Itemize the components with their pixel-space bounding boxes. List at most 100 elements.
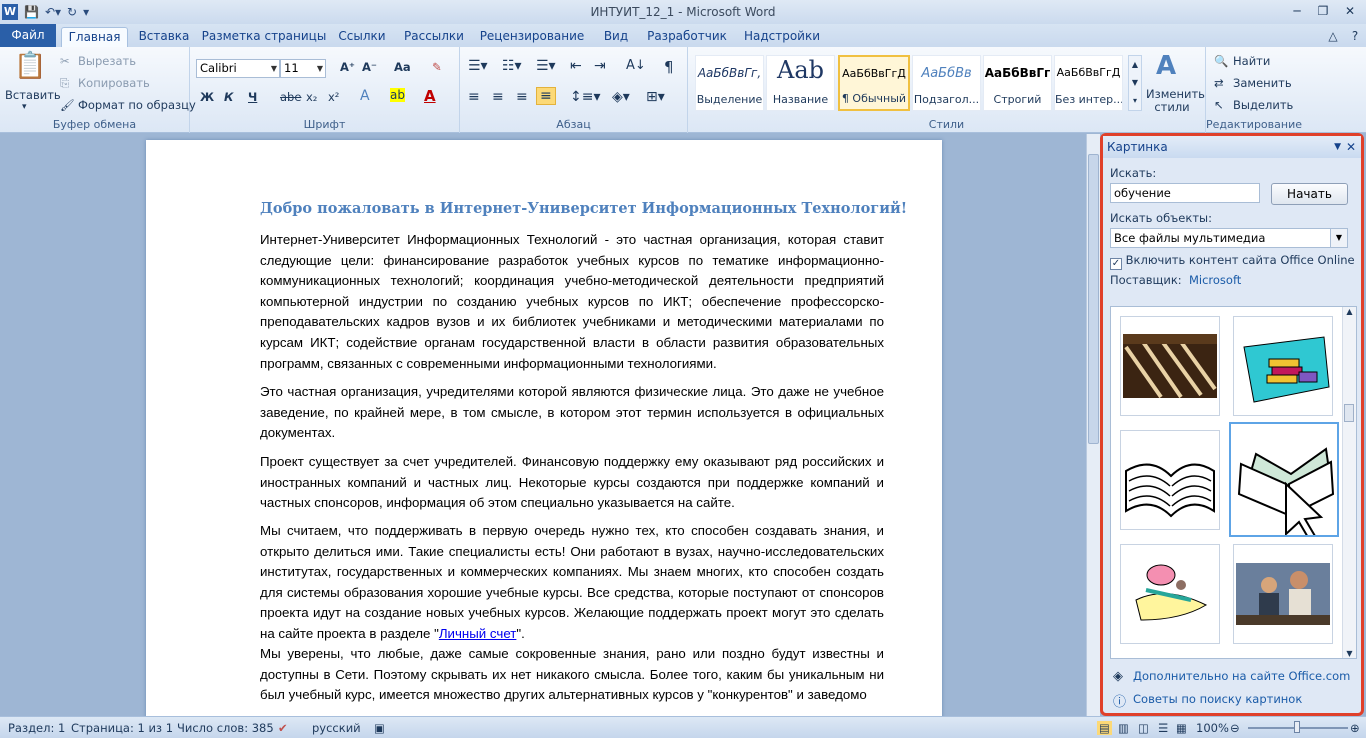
personal-account-link[interactable]: Личный счет [439,626,517,641]
shrink-font-button[interactable]: A⁻ [362,60,377,74]
style-title[interactable]: Aab Название [766,55,835,111]
styles-scroll-icon[interactable]: ▲ ▼ ▾ [1128,55,1142,111]
strikethrough-button[interactable]: abe [280,90,301,104]
status-section[interactable]: Раздел: 1 [8,721,65,735]
paste-button[interactable]: Вставить [5,88,61,102]
search-input[interactable]: обучение [1110,183,1260,203]
scroll-up-icon[interactable]: ▲ [1343,307,1356,316]
minimize-icon[interactable]: ─ [1284,2,1310,20]
style-no-spacing[interactable]: АаБбВвГгД Без интер... [1054,55,1123,111]
tab-references[interactable]: Ссылки [334,27,390,47]
select-button[interactable]: Выделить [1233,98,1293,112]
clip-books-photo[interactable] [1120,316,1220,416]
style-strong[interactable]: АаБбВвГг Строгий [983,55,1052,111]
go-button[interactable]: Начать [1271,183,1348,205]
zoom-level[interactable]: 100% [1196,721,1229,735]
replace-button[interactable]: Заменить [1233,76,1292,90]
pilcrow-icon[interactable]: ¶ [664,58,674,76]
draft-icon[interactable]: ▦ [1176,721,1187,735]
clear-format-icon[interactable]: ✎ [432,60,442,74]
macro-icon[interactable]: ▣ [374,721,385,735]
document-scrollbar[interactable] [1086,134,1100,716]
zoom-in-icon[interactable]: ⊕ [1350,721,1360,735]
borders-icon[interactable]: ⊞▾ [646,89,665,105]
document-page[interactable]: Добро пожаловать в Интернет-Университет … [146,140,942,716]
style-emphasis[interactable]: АаБбВвГг, Выделение [695,55,764,111]
paste-icon[interactable]: 📋 [14,51,46,81]
status-word-count[interactable]: Число слов: 385 [177,721,274,735]
full-screen-icon[interactable]: ▥ [1118,721,1129,735]
align-right-icon[interactable]: ≡ [516,89,528,105]
status-page[interactable]: Страница: 1 из 1 [71,721,173,735]
proofing-icon[interactable]: ✔ [278,721,288,735]
print-layout-icon[interactable]: ▤ [1097,721,1112,735]
results-scroll-thumb[interactable] [1344,404,1354,422]
tab-addins[interactable]: Надстройки [740,27,824,47]
pane-close-icon[interactable]: ✕ [1346,136,1356,158]
clip-open-book-selected[interactable] [1229,422,1339,541]
chevron-down-icon[interactable]: ▼ [1330,229,1347,247]
zoom-out-icon[interactable]: ⊖ [1230,721,1240,735]
tab-home[interactable]: Главная [61,27,128,47]
shading-icon[interactable]: ◈▾ [612,89,630,105]
grow-font-button[interactable]: A⁺ [340,60,355,74]
checkbox-icon[interactable]: ✓ [1110,258,1122,270]
italic-button[interactable]: К [224,90,233,104]
results-scrollbar[interactable]: ▲ ▼ [1342,307,1356,658]
clip-books-stack[interactable] [1233,316,1333,416]
decrease-indent-icon[interactable]: ⇤ [570,58,582,74]
clip-open-book-sketch[interactable] [1120,430,1220,530]
tab-insert[interactable]: Вставка [133,27,195,47]
align-center-icon[interactable]: ≡ [492,89,504,105]
copy-button[interactable]: Копировать [78,76,150,90]
change-styles-button[interactable]: Изменить стили [1146,88,1205,114]
tab-review[interactable]: Рецензирование [478,27,586,47]
subscript-button[interactable]: x₂ [306,90,317,104]
font-size-combo[interactable]: 11 ▼ [280,59,326,78]
style-subtitle[interactable]: АаБбВв Подзагол... [912,55,981,111]
outline-icon[interactable]: ☰ [1158,721,1168,735]
maximize-icon[interactable]: ❐ [1310,2,1336,20]
tab-page-layout[interactable]: Разметка страницы [201,27,327,47]
text-effects-icon[interactable]: A [360,88,370,104]
bullets-icon[interactable]: ☰▾ [468,58,488,74]
more-on-office-link[interactable]: Дополнительно на сайте Office.com [1133,669,1350,683]
underline-button[interactable]: Ч [248,90,257,104]
scroll-down-icon[interactable]: ▼ [1343,649,1356,658]
sort-icon[interactable]: A↓ [626,58,646,73]
change-styles-icon[interactable]: A [1156,51,1176,81]
web-layout-icon[interactable]: ◫ [1138,721,1149,735]
bold-button[interactable]: Ж [200,90,214,104]
status-language[interactable]: русский [312,721,361,735]
numbering-icon[interactable]: ☷▾ [502,58,522,74]
font-color-icon[interactable]: A [424,87,436,105]
include-online-checkbox-row[interactable]: ✓ Включить контент сайта Office Online [1110,253,1355,270]
change-case-button[interactable]: Aa [394,60,411,74]
line-spacing-icon[interactable]: ↕≡▾ [570,89,601,105]
format-painter-button[interactable]: Формат по образцу [78,98,196,112]
pane-menu-icon[interactable]: ▼ [1334,136,1341,158]
media-type-select[interactable]: Все файлы мультимедиа ▼ [1110,228,1348,248]
find-button[interactable]: Найти [1233,54,1270,68]
tab-file[interactable]: Файл [0,24,56,47]
search-tips-link[interactable]: Советы по поиску картинок [1133,692,1302,706]
clip-student-cartoon[interactable] [1120,544,1220,644]
close-icon[interactable]: ✕ [1336,2,1364,20]
justify-icon[interactable]: ≡ [536,87,556,105]
paste-dropdown-icon[interactable]: ▾ [22,102,27,112]
scroll-thumb[interactable] [1088,154,1099,444]
tab-mailings[interactable]: Рассылки [399,27,469,47]
help-icon[interactable]: ? [1342,27,1366,45]
tab-view[interactable]: Вид [596,27,636,47]
zoom-slider-thumb[interactable] [1294,721,1300,733]
clip-classroom-photo[interactable] [1233,544,1333,644]
multilevel-list-icon[interactable]: ☰▾ [536,58,556,74]
cut-button[interactable]: Вырезать [78,54,136,68]
style-normal[interactable]: АаБбВвГгД ¶ Обычный [838,55,910,111]
increase-indent-icon[interactable]: ⇥ [594,58,606,74]
tab-developer[interactable]: Разработчик [644,27,730,47]
superscript-button[interactable]: x² [328,90,339,104]
font-name-combo[interactable]: Calibri ▼ [196,59,280,78]
highlight-icon[interactable]: ab [390,88,405,102]
align-left-icon[interactable]: ≡ [468,89,480,105]
